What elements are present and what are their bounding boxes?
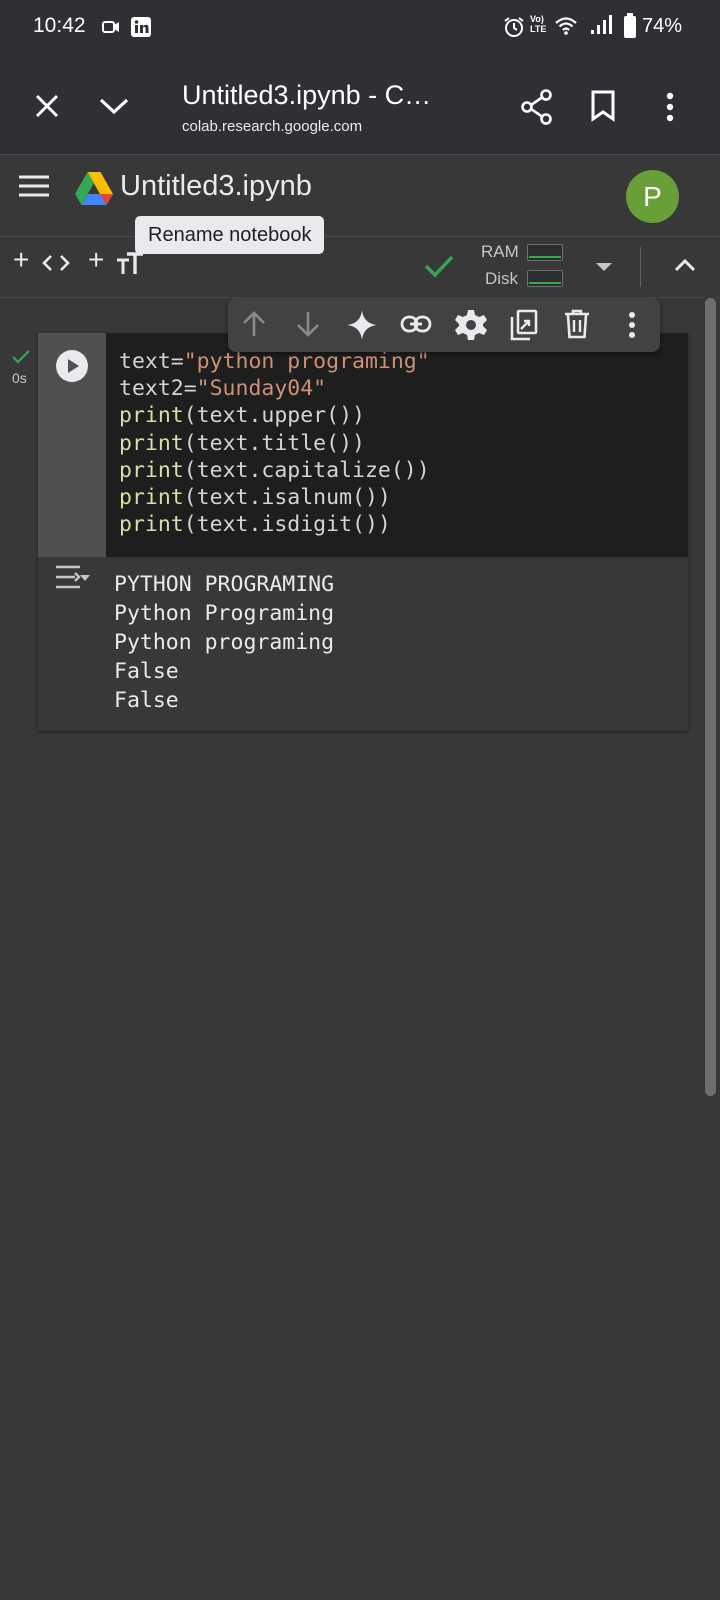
battery-icon (623, 13, 637, 39)
link-icon[interactable] (400, 314, 432, 334)
rename-notebook-tooltip: Rename notebook (135, 216, 325, 254)
disk-meter (527, 270, 563, 287)
more-vert-icon[interactable] (666, 92, 674, 122)
output-line: False (114, 688, 179, 713)
connected-checkmark-icon[interactable] (424, 254, 454, 278)
alarm-icon (503, 16, 525, 38)
cell-more-vert-icon[interactable] (628, 311, 636, 339)
share-icon[interactable] (520, 89, 554, 125)
add-text-plus: + (88, 244, 105, 275)
code-function: print (119, 403, 184, 429)
disk-label: Disk (485, 269, 519, 288)
code-text: (text.isdigit()) (183, 512, 391, 538)
delete-icon[interactable] (564, 309, 590, 339)
add-code-plus: + (13, 244, 30, 275)
gemini-sparkle-icon[interactable] (346, 309, 378, 341)
code-line[interactable]: text2="Sunday04" (119, 375, 430, 402)
status-time: 10:42 (33, 14, 86, 37)
code-line[interactable]: print(text.isdigit()) (119, 511, 430, 538)
executed-checkmark-icon (12, 350, 30, 364)
code-function: print (119, 430, 184, 456)
resources-dropdown-icon[interactable] (595, 262, 613, 272)
page-title: Untitled3.ipynb - C… (182, 80, 432, 110)
code-function: print (119, 485, 184, 511)
scrollbar-thumb[interactable] (705, 298, 716, 1096)
move-down-icon[interactable] (295, 310, 321, 338)
execution-time: 0s (12, 370, 27, 386)
ram-meter (527, 244, 563, 261)
battery-percent: 74% (642, 15, 683, 37)
chevron-up-icon[interactable] (674, 258, 696, 272)
code-text: (text.title()) (183, 430, 365, 456)
add-text-button[interactable]: + (88, 244, 104, 276)
output-actions-icon[interactable] (55, 563, 91, 593)
toolbar-divider (640, 247, 641, 287)
mirror-cell-icon[interactable] (510, 309, 538, 341)
google-drive-logo-icon (75, 172, 113, 206)
settings-gear-icon[interactable] (455, 309, 487, 341)
move-up-icon[interactable] (241, 310, 267, 338)
close-icon[interactable] (34, 93, 60, 119)
code-brackets-icon (42, 254, 70, 272)
output-line: Python programing (114, 630, 335, 655)
code-line[interactable]: print(text.capitalize()) (119, 457, 430, 484)
code-line[interactable]: text="python programing" (119, 348, 430, 375)
output-text: PYTHON PROGRAMING Python Programing Python… (114, 570, 334, 715)
ram-label: RAM (481, 242, 519, 261)
hamburger-menu-icon[interactable] (18, 174, 50, 198)
code-text: text2= (119, 376, 197, 402)
text-format-icon (116, 252, 144, 274)
code-text: (text.capitalize()) (183, 457, 430, 483)
code-string: "python programing" (183, 349, 430, 374)
code-line[interactable]: print(text.title()) (119, 430, 430, 457)
bookmark-icon[interactable] (590, 90, 616, 122)
notebook-title[interactable]: Untitled3.ipynb (120, 170, 312, 203)
add-code-button[interactable]: + (13, 244, 29, 276)
output-line: Python Programing (114, 601, 335, 626)
linkedin-icon (131, 17, 151, 37)
wifi-icon (554, 16, 578, 36)
code-line[interactable]: print(text.isalnum()) (119, 484, 430, 511)
code-string: "Sunday04" (196, 376, 327, 402)
volte-icon: Vo) LTE (530, 14, 547, 34)
code-text: (text.upper()) (183, 403, 365, 429)
page-url: colab.research.google.com (182, 118, 363, 135)
cell-toolbar (228, 298, 660, 352)
code-function: print (119, 457, 184, 483)
code-function: print (119, 512, 184, 538)
output-line: PYTHON PROGRAMING (114, 572, 335, 597)
signal-icon (590, 15, 612, 35)
video-camera-icon (102, 20, 120, 34)
code-text: (text.isalnum()) (183, 485, 391, 511)
output-line: False (114, 659, 179, 684)
code-line[interactable]: print(text.upper()) (119, 402, 430, 429)
chevron-down-icon[interactable] (98, 96, 130, 116)
code-text: text= (119, 349, 184, 374)
avatar[interactable]: P (626, 170, 679, 223)
run-cell-button[interactable] (55, 349, 89, 383)
code-lines[interactable]: text="python programing" text2="Sunday04"… (119, 348, 430, 538)
